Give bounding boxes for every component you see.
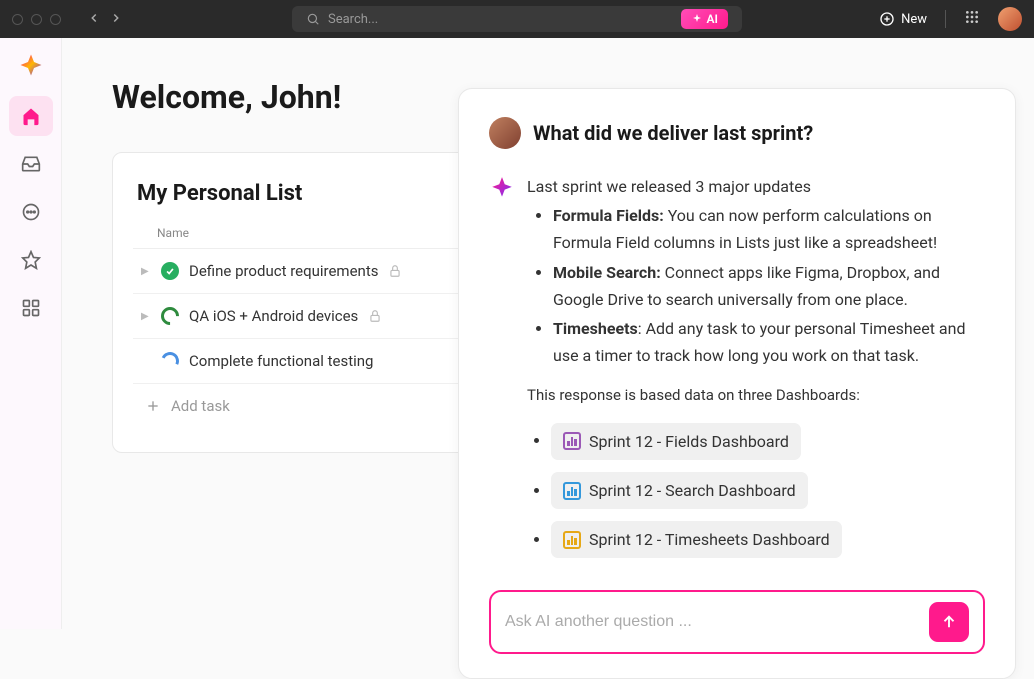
minimize-window[interactable] [31,14,42,25]
sidebar-more[interactable] [9,192,53,232]
task-row[interactable]: ▶ QA iOS + Android devices [133,294,461,339]
chart-icon [563,432,581,450]
update-item: Formula Fields: You can now perform calc… [553,202,985,256]
task-name: QA iOS + Android devices [189,307,358,325]
sidebar-inbox[interactable] [9,144,53,184]
top-right-controls: New [879,7,1022,31]
ai-question-row: What did we deliver last sprint? [489,117,985,149]
task-row[interactable]: ▶ Define product requirements [133,249,461,294]
question-text: What did we deliver last sprint? [533,121,813,145]
dashboard-chip[interactable]: Sprint 12 - Search Dashboard [551,472,808,509]
expand-icon[interactable]: ▶ [141,311,151,322]
home-icon [21,106,41,126]
user-avatar[interactable] [998,7,1022,31]
task-name: Complete functional testing [189,352,373,370]
main-layout: Welcome, John! My Personal List Name ▶ D… [0,38,1034,629]
list-title: My Personal List [133,181,461,206]
sidebar-favorites[interactable] [9,240,53,280]
status-done-icon[interactable] [161,262,179,280]
citation-item: Sprint 12 - Search Dashboard [551,472,985,509]
citation-intro: This response is based data on three Das… [527,383,985,409]
apps-icon[interactable] [964,9,980,29]
ai-badge[interactable]: AI [681,9,728,29]
sidebar [0,38,62,629]
chart-icon [563,531,581,549]
close-window[interactable] [12,14,23,25]
list-column-header: Name [133,220,461,249]
ai-input-box [489,590,985,654]
update-item: Mobile Search: Connect apps like Figma, … [553,259,985,313]
divider [945,10,946,28]
app-logo[interactable] [16,50,46,80]
dashboard-chip[interactable]: Sprint 12 - Timesheets Dashboard [551,521,842,558]
status-progress-icon[interactable] [157,303,182,328]
expand-icon[interactable]: ▶ [141,266,151,277]
dashboard-chip[interactable]: Sprint 12 - Fields Dashboard [551,423,801,460]
add-task-button[interactable]: Add task [133,384,461,428]
lock-icon [368,309,382,323]
send-button[interactable] [929,602,969,642]
nav-forward[interactable] [107,8,125,31]
response-intro: Last sprint we released 3 major updates [527,173,985,200]
maximize-window[interactable] [50,14,61,25]
star-icon [21,250,41,270]
grid-icon [21,298,41,318]
plus-circle-icon [879,11,895,27]
more-icon [21,202,41,222]
user-avatar [489,117,521,149]
content: Welcome, John! My Personal List Name ▶ D… [62,38,1034,629]
task-name: Define product requirements [189,262,378,280]
lock-icon [388,264,402,278]
ai-response: Last sprint we released 3 major updates … [489,173,985,570]
response-body: Last sprint we released 3 major updates … [527,173,985,570]
sparkle-icon [691,13,703,25]
sidebar-home[interactable] [9,96,53,136]
task-row[interactable]: Complete functional testing [133,339,461,384]
nav-back[interactable] [85,8,103,31]
ai-sparkle-icon [489,175,515,201]
nav-arrows [85,8,125,31]
chart-icon [563,482,581,500]
search-placeholder: Search... [328,12,378,27]
personal-list-card: My Personal List Name ▶ Define product r… [112,152,482,453]
sidebar-dashboards[interactable] [9,288,53,328]
update-item: Timesheets: Add any task to your persona… [553,315,985,369]
ai-panel: What did we deliver last sprint? Last sp… [458,88,1016,679]
plus-icon [145,398,161,414]
updates-list: Formula Fields: You can now perform calc… [527,202,985,369]
status-progress-icon[interactable] [158,349,181,372]
search-icon [306,12,320,26]
search-bar[interactable]: Search... AI [292,6,742,32]
citation-item: Sprint 12 - Fields Dashboard [551,423,985,460]
dashboard-citations: Sprint 12 - Fields Dashboard Sprint 12 -… [527,423,985,559]
citation-item: Sprint 12 - Timesheets Dashboard [551,521,985,558]
new-button[interactable]: New [879,11,927,27]
traffic-lights [12,14,61,25]
top-bar: Search... AI New [0,0,1034,38]
inbox-icon [21,154,41,174]
